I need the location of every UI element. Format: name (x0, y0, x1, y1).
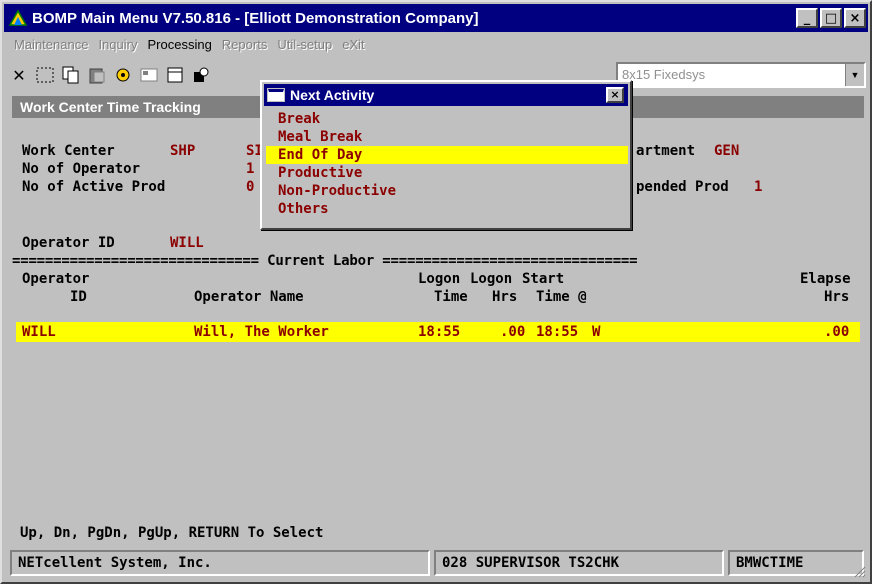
status-program: BMWCTIME (728, 550, 864, 576)
header-logon-hrs: Hrs (492, 289, 518, 305)
row-operator-name: Will, The Worker (194, 324, 329, 340)
menu-processing[interactable]: Processing (147, 37, 211, 52)
work-center-value: SHP (170, 143, 196, 159)
row-operator-id: WILL (22, 324, 56, 340)
operators-label: No of Operator (22, 161, 141, 177)
app-logo-icon (8, 9, 28, 26)
paste-icon[interactable] (84, 62, 110, 88)
row-logon-hrs: .00 (500, 324, 526, 340)
menu-bar: Maintenance Inquiry Processing Reports U… (4, 34, 868, 54)
active-prod-label: No of Active Prod (22, 179, 166, 195)
operator-id-label: Operator ID (22, 235, 115, 251)
row-flag: W (592, 324, 601, 340)
activity-item-break[interactable]: Break (266, 110, 628, 128)
header-id: ID (70, 289, 87, 305)
department-label: artment (636, 143, 696, 159)
menu-util-setup[interactable]: Util-setup (277, 37, 332, 52)
activity-item-end-of-day[interactable]: End Of Day (266, 146, 628, 164)
dialog-close-button[interactable]: × (606, 87, 624, 103)
header-operator: Operator (22, 271, 90, 287)
row-elapse-hrs: .00 (824, 324, 850, 340)
window-icon[interactable] (162, 62, 188, 88)
activity-item-meal-break[interactable]: Meal Break (266, 128, 628, 146)
dialog-title-bar: Next Activity × (264, 84, 628, 106)
menu-maintenance[interactable]: Maintenance (14, 37, 88, 52)
next-activity-dialog: Next Activity × Break Meal Break End Of … (260, 80, 632, 230)
minimize-button[interactable]: _ (796, 8, 818, 28)
title-bar: BOMP Main Menu V7.50.816 - [Elliott Demo… (4, 4, 868, 32)
resize-grip-icon[interactable] (852, 564, 866, 578)
work-center-label: Work Center (22, 143, 115, 159)
select-icon[interactable] (32, 62, 58, 88)
suspended-prod-label: pended Prod (636, 179, 729, 195)
header-start-time: Time @ (536, 289, 587, 305)
font-select-value: 8x15 Fixedsys (622, 67, 706, 82)
operators-value: 1 (246, 161, 255, 177)
active-prod-value: 0 (246, 179, 255, 195)
header-operator-name: Operator Name (194, 289, 304, 305)
menu-exit[interactable]: eXit (342, 37, 364, 52)
close-button[interactable]: × (844, 8, 866, 28)
dialog-window-icon (267, 88, 285, 102)
activity-item-non-productive[interactable]: Non-Productive (266, 182, 628, 200)
suspended-prod-value: 1 (754, 179, 763, 195)
row-start-time: 18:55 (536, 324, 579, 340)
prompt-text: Up, Dn, PgDn, PgUp, RETURN To Select (20, 525, 324, 541)
properties-icon[interactable] (136, 62, 162, 88)
settings-icon[interactable] (110, 62, 136, 88)
labor-separator: ============================== Current L… (12, 253, 638, 269)
status-user: 028 SUPERVISOR TS2CHK (434, 550, 724, 576)
header-logon-2: Logon (470, 271, 513, 287)
header-logon-time: Time (434, 289, 468, 305)
activity-list: Break Meal Break End Of Day Productive N… (266, 110, 628, 218)
menu-inquiry[interactable]: Inquiry (98, 37, 137, 52)
header-logon: Logon (418, 271, 461, 287)
status-bar: NETcellent System, Inc. 028 SUPERVISOR T… (10, 550, 866, 578)
row-logon-time: 18:55 (418, 324, 461, 340)
zoom-icon[interactable] (188, 62, 214, 88)
maximize-button[interactable]: □ (820, 8, 842, 28)
window-title: BOMP Main Menu V7.50.816 - [Elliott Demo… (32, 9, 479, 27)
copy-icon[interactable] (58, 62, 84, 88)
status-company: NETcellent System, Inc. (10, 550, 430, 576)
menu-reports[interactable]: Reports (222, 37, 268, 52)
cut-icon[interactable]: ✕ (6, 62, 32, 88)
dialog-title: Next Activity (290, 87, 375, 103)
header-start: Start (522, 271, 565, 287)
operator-id-field[interactable]: WILL (170, 234, 204, 252)
header-elapse-hrs: Hrs (824, 289, 850, 305)
header-elapse: Elapse (800, 271, 851, 287)
main-window: BOMP Main Menu V7.50.816 - [Elliott Demo… (0, 0, 872, 584)
activity-item-others[interactable]: Others (266, 200, 628, 218)
activity-item-productive[interactable]: Productive (266, 164, 628, 182)
department-value: GEN (714, 143, 740, 159)
chevron-down-icon[interactable]: ▼ (845, 64, 864, 86)
font-select[interactable]: 8x15 Fixedsys ▼ (616, 62, 866, 88)
